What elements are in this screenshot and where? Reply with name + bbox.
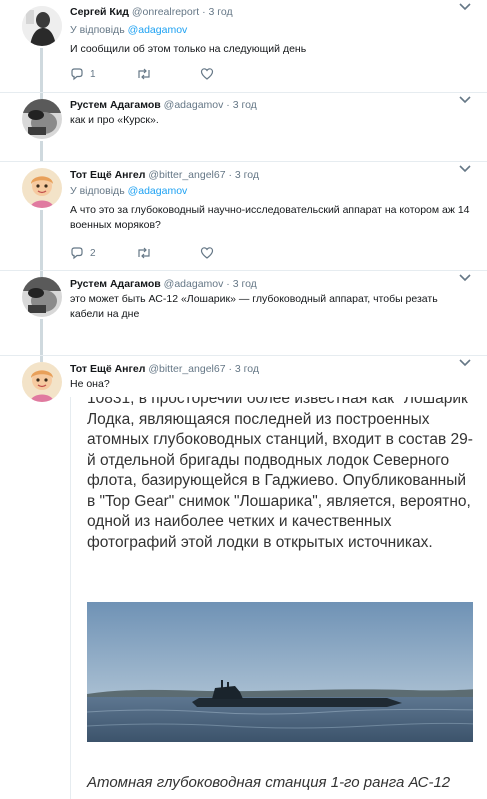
- tweet-header: Рустем Адагамов @adagamov · 3 год: [70, 98, 257, 112]
- separator-dot: ·: [226, 99, 230, 111]
- reply-mention[interactable]: @adagamov: [128, 24, 188, 36]
- like-icon: [200, 247, 214, 259]
- author-name[interactable]: Рустем Адагамов: [70, 99, 161, 111]
- like-button[interactable]: [200, 245, 214, 261]
- attached-image[interactable]: 10831, в просторечии более известная как…: [70, 397, 473, 799]
- reply-button[interactable]: 1: [70, 66, 96, 82]
- tweet[interactable]: Рустем Адагамов @adagamov · 3 год как и …: [0, 93, 487, 161]
- avatar[interactable]: [22, 99, 62, 139]
- tweet[interactable]: Сергей Кид @onrealreport · 3 год У відпо…: [0, 0, 487, 92]
- thread-line: [40, 319, 43, 355]
- avatar[interactable]: [22, 6, 62, 46]
- retweet-button[interactable]: [136, 245, 152, 261]
- thread-line: [40, 210, 43, 270]
- retweet-icon: [138, 68, 150, 80]
- thread-line: [40, 141, 43, 161]
- like-icon: [200, 68, 214, 80]
- reply-prefix: У відповідь: [70, 185, 125, 197]
- author-name[interactable]: Тот Ещё Ангел: [70, 363, 145, 375]
- timestamp[interactable]: 3 год: [233, 99, 257, 111]
- separator-dot: ·: [226, 278, 230, 290]
- chevron-down-icon[interactable]: [459, 2, 471, 12]
- like-button[interactable]: [200, 66, 214, 82]
- avatar[interactable]: [22, 168, 62, 208]
- tweet-text: это может быть АС-12 «Лошарик» — глубоко…: [70, 293, 438, 320]
- author-handle[interactable]: @adagamov: [164, 99, 224, 111]
- retweet-button[interactable]: [136, 66, 152, 82]
- avatar[interactable]: [22, 277, 62, 317]
- avatar[interactable]: [22, 362, 62, 402]
- timestamp[interactable]: 3 год: [209, 6, 233, 18]
- tweet-text: как и про «Курск».: [70, 114, 159, 126]
- timestamp[interactable]: 3 год: [235, 363, 259, 375]
- author-name[interactable]: Сергей Кид: [70, 6, 129, 18]
- reply-icon: [71, 247, 83, 260]
- reply-count: 2: [90, 247, 96, 259]
- reply-context: У відповідь @adagamov: [70, 23, 187, 37]
- reply-mention[interactable]: @adagamov: [128, 185, 188, 197]
- article-text: 10831, в просторечии более известная как…: [87, 397, 473, 551]
- tweet-header: Рустем Адагамов @adagamov · 3 год: [70, 277, 257, 291]
- tweet[interactable]: Тот Ещё Ангел @bitter_angel67 · 3 год У …: [0, 162, 487, 270]
- reply-context: У відповідь @adagamov: [70, 184, 187, 198]
- author-name[interactable]: Тот Ещё Ангел: [70, 169, 145, 181]
- chevron-down-icon[interactable]: [459, 164, 471, 174]
- author-handle[interactable]: @adagamov: [164, 278, 224, 290]
- tweet-text: А что это за глубоководный научно-исслед…: [70, 204, 470, 231]
- photo-caption: Атомная глубоководная станция 1-го ранга…: [87, 774, 451, 791]
- author-name[interactable]: Рустем Адагамов: [70, 278, 161, 290]
- tweet-header: Тот Ещё Ангел @bitter_angel67 · 3 год: [70, 362, 259, 376]
- timestamp[interactable]: 3 год: [233, 278, 257, 290]
- tweet-header: Тот Ещё Ангел @bitter_angel67 · 3 год: [70, 168, 259, 182]
- tweet-text: Не она?: [70, 378, 110, 390]
- separator-dot: ·: [228, 363, 232, 375]
- separator-dot: ·: [202, 6, 206, 18]
- reply-icon: [71, 68, 83, 81]
- chevron-down-icon[interactable]: [459, 273, 471, 283]
- author-handle[interactable]: @bitter_angel67: [148, 363, 225, 375]
- tweet-header: Сергей Кид @onrealreport · 3 год: [70, 5, 233, 19]
- author-handle[interactable]: @bitter_angel67: [148, 169, 225, 181]
- reply-count: 1: [90, 68, 96, 80]
- chevron-down-icon[interactable]: [459, 358, 471, 368]
- retweet-icon: [138, 247, 150, 259]
- timestamp[interactable]: 3 год: [235, 169, 259, 181]
- reply-prefix: У відповідь: [70, 24, 125, 36]
- separator-dot: ·: [228, 169, 232, 181]
- thread-line: [40, 48, 43, 92]
- chevron-down-icon[interactable]: [459, 95, 471, 105]
- author-handle[interactable]: @onrealreport: [132, 6, 199, 18]
- reply-button[interactable]: 2: [70, 245, 96, 261]
- submarine-photo: [87, 602, 473, 742]
- tweet-text: И сообщили об этом только на следующий д…: [70, 43, 307, 55]
- tweet[interactable]: Рустем Адагамов @adagamov · 3 год это мо…: [0, 271, 487, 355]
